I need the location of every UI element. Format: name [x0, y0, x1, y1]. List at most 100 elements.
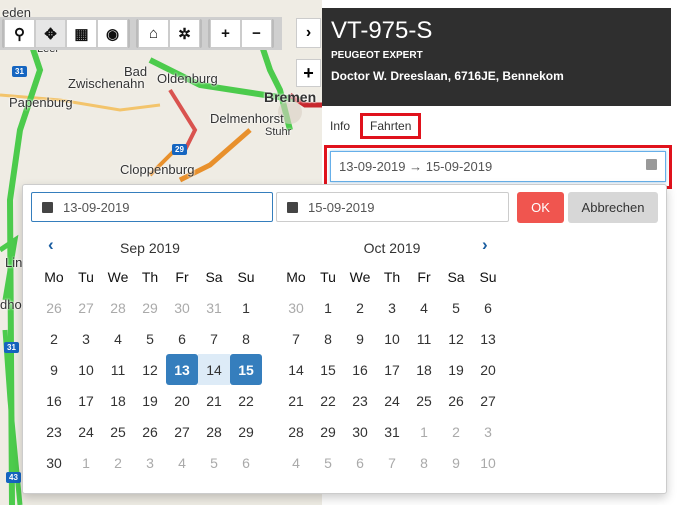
- calendar-day[interactable]: 19: [134, 385, 166, 416]
- calendar-day[interactable]: 5: [440, 292, 472, 323]
- calendar-day[interactable]: 28: [102, 292, 134, 323]
- calendar-day[interactable]: 4: [408, 292, 440, 323]
- calendar-day[interactable]: 8: [312, 323, 344, 354]
- calendar-day[interactable]: 8: [230, 323, 262, 354]
- tab-info[interactable]: Info: [330, 119, 350, 133]
- calendar-day[interactable]: 30: [344, 416, 376, 447]
- calendar-day[interactable]: 30: [38, 447, 70, 478]
- calendar-day[interactable]: 27: [70, 292, 102, 323]
- calendar-day[interactable]: 28: [198, 416, 230, 447]
- calendar-day[interactable]: 31: [198, 292, 230, 323]
- cancel-button[interactable]: Abbrechen: [568, 192, 658, 223]
- calendar-day[interactable]: 29: [134, 292, 166, 323]
- calendar-day[interactable]: 30: [280, 292, 312, 323]
- calendar-day[interactable]: 2: [102, 447, 134, 478]
- calendar-day[interactable]: 1: [408, 416, 440, 447]
- zoom-out-button[interactable]: −: [241, 19, 272, 48]
- calendar-day[interactable]: 14: [280, 354, 312, 385]
- calendar-day[interactable]: 1: [70, 447, 102, 478]
- end-date-input[interactable]: 15-09-2019: [276, 192, 509, 222]
- calendar-icon[interactable]: [646, 159, 657, 170]
- calendar-day[interactable]: 9: [38, 354, 70, 385]
- calendar-day[interactable]: 26: [134, 416, 166, 447]
- calendar-day[interactable]: 21: [198, 385, 230, 416]
- calendar-day[interactable]: 22: [312, 385, 344, 416]
- calendar-day[interactable]: 3: [134, 447, 166, 478]
- zoom-in-side-button[interactable]: +: [296, 59, 321, 87]
- calendar-day[interactable]: 13: [166, 354, 198, 385]
- calendar-day[interactable]: 27: [166, 416, 198, 447]
- marker-icon[interactable]: ⚲: [4, 19, 35, 48]
- calendar-day[interactable]: 8: [408, 447, 440, 478]
- calendar-day[interactable]: 4: [102, 323, 134, 354]
- calendar-day[interactable]: 2: [440, 416, 472, 447]
- calendar-day[interactable]: 9: [344, 323, 376, 354]
- calendar-day[interactable]: 5: [134, 323, 166, 354]
- prev-month-icon[interactable]: ‹: [48, 235, 54, 255]
- chevron-right-icon[interactable]: ›: [296, 18, 321, 48]
- calendar-day[interactable]: 23: [344, 385, 376, 416]
- calendar-day[interactable]: 5: [312, 447, 344, 478]
- calendar-day[interactable]: 19: [440, 354, 472, 385]
- gear-icon[interactable]: ✲: [169, 19, 200, 48]
- calendar-day[interactable]: 27: [472, 385, 504, 416]
- calendar-day[interactable]: 12: [440, 323, 472, 354]
- calendar-day[interactable]: 10: [70, 354, 102, 385]
- calendar-day[interactable]: 14: [198, 354, 230, 385]
- zoom-in-button[interactable]: +: [210, 19, 241, 48]
- calendar-day[interactable]: 6: [230, 447, 262, 478]
- calendar-day[interactable]: 10: [472, 447, 504, 478]
- calendar-day[interactable]: 11: [408, 323, 440, 354]
- calendar-day[interactable]: 24: [70, 416, 102, 447]
- calendar-day[interactable]: 21: [280, 385, 312, 416]
- calendar-day[interactable]: 6: [472, 292, 504, 323]
- ok-button[interactable]: OK: [517, 192, 564, 223]
- calendar-day[interactable]: 17: [376, 354, 408, 385]
- calendar-day[interactable]: 3: [70, 323, 102, 354]
- calendar-day[interactable]: 28: [280, 416, 312, 447]
- start-date-input[interactable]: 13-09-2019: [31, 192, 273, 222]
- calendar-day[interactable]: 22: [230, 385, 262, 416]
- calendar-day[interactable]: 2: [38, 323, 70, 354]
- calendar-day[interactable]: 4: [166, 447, 198, 478]
- calendar-day[interactable]: 10: [376, 323, 408, 354]
- move-icon[interactable]: ✥: [35, 19, 66, 48]
- calendar-day[interactable]: 1: [230, 292, 262, 323]
- calendar-day[interactable]: 7: [280, 323, 312, 354]
- home-icon[interactable]: ⌂: [138, 19, 169, 48]
- calendar-day[interactable]: 23: [38, 416, 70, 447]
- calendar-day[interactable]: 12: [134, 354, 166, 385]
- calendar-day[interactable]: 6: [344, 447, 376, 478]
- calendar-day[interactable]: 13: [472, 323, 504, 354]
- calendar-day[interactable]: 24: [376, 385, 408, 416]
- calendar-day[interactable]: 9: [440, 447, 472, 478]
- next-month-icon[interactable]: ›: [482, 235, 488, 255]
- calendar-day[interactable]: 29: [312, 416, 344, 447]
- calendar-day[interactable]: 17: [70, 385, 102, 416]
- calendar-day[interactable]: 2: [344, 292, 376, 323]
- calendar-day[interactable]: 30: [166, 292, 198, 323]
- tab-fahrten[interactable]: Fahrten: [360, 113, 422, 139]
- calendar-day[interactable]: 26: [440, 385, 472, 416]
- calendar-day[interactable]: 16: [38, 385, 70, 416]
- date-range-input[interactable]: 13-09-2019 → 15-09-2019: [330, 151, 666, 182]
- calendar-day[interactable]: 26: [38, 292, 70, 323]
- calendar-day[interactable]: 16: [344, 354, 376, 385]
- calendar-day[interactable]: 15: [230, 354, 262, 385]
- calendar-day[interactable]: 3: [472, 416, 504, 447]
- calendar-day[interactable]: 11: [102, 354, 134, 385]
- calendar-day[interactable]: 1: [312, 292, 344, 323]
- calendar-day[interactable]: 6: [166, 323, 198, 354]
- calendar-day[interactable]: 18: [102, 385, 134, 416]
- calendar-day[interactable]: 5: [198, 447, 230, 478]
- calendar-day[interactable]: 7: [198, 323, 230, 354]
- calendar-day[interactable]: 20: [472, 354, 504, 385]
- calendar-day[interactable]: 18: [408, 354, 440, 385]
- grid-icon[interactable]: ▦: [66, 19, 97, 48]
- calendar-day[interactable]: 3: [376, 292, 408, 323]
- calendar-day[interactable]: 25: [102, 416, 134, 447]
- calendar-day[interactable]: 20: [166, 385, 198, 416]
- eye-icon[interactable]: ◉: [97, 19, 128, 48]
- calendar-day[interactable]: 29: [230, 416, 262, 447]
- calendar-day[interactable]: 7: [376, 447, 408, 478]
